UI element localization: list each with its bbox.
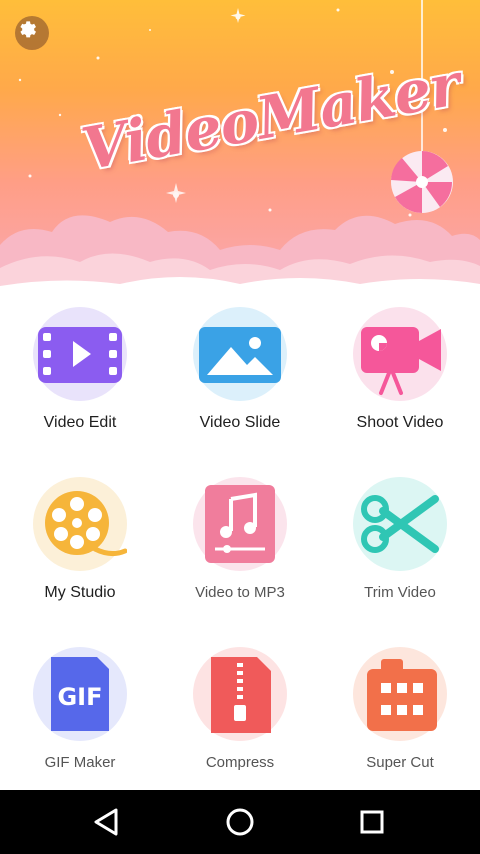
super-cut-icon — [353, 647, 447, 741]
tile-label: Shoot Video — [356, 414, 444, 431]
tile-label: Video Slide — [199, 414, 281, 431]
zip-icon — [193, 647, 287, 741]
tile-shoot-video[interactable]: Shoot Video — [320, 295, 480, 445]
gif-badge: GIF — [57, 683, 102, 711]
tile-trim-video[interactable]: Trim Video — [320, 465, 480, 615]
tile-video-edit[interactable]: Video Edit — [0, 295, 160, 445]
back-button[interactable] — [86, 802, 126, 842]
tile-compress[interactable]: Compress — [160, 635, 320, 785]
recents-square-icon — [360, 810, 384, 834]
clouds — [0, 215, 480, 295]
camera-icon — [353, 307, 447, 401]
gif-icon: GIF — [33, 647, 127, 741]
picture-icon — [193, 307, 287, 401]
scissors-icon — [353, 477, 447, 571]
tile-video-to-mp3[interactable]: Video to MP3 — [160, 465, 320, 615]
tile-video-slide[interactable]: Video Slide — [160, 295, 320, 445]
home-circle-icon — [226, 808, 254, 836]
header-banner: VideoMaker — [0, 0, 480, 295]
tile-super-cut[interactable]: Super Cut — [320, 635, 480, 785]
film-reel-icon — [33, 477, 127, 571]
system-nav-bar — [0, 790, 480, 854]
tile-label: Compress — [205, 754, 275, 771]
recents-button[interactable] — [352, 802, 392, 842]
tile-label: Trim Video — [364, 584, 436, 601]
music-note-icon — [193, 477, 287, 571]
back-triangle-icon — [94, 808, 118, 836]
tile-label: Video to MP3 — [195, 584, 285, 601]
tile-my-studio[interactable]: My Studio — [0, 465, 160, 615]
gear-icon — [20, 21, 36, 38]
tile-label: My Studio — [44, 584, 116, 601]
tile-label: Super Cut — [366, 754, 434, 771]
tools-grid: Video Edit Video Slide Shoot Video My St… — [0, 295, 480, 790]
tile-label: GIF Maker — [44, 754, 116, 771]
tile-gif-maker[interactable]: GIF GIF Maker — [0, 635, 160, 785]
tile-label: Video Edit — [43, 414, 117, 431]
film-play-icon — [33, 307, 127, 401]
home-button[interactable] — [220, 802, 260, 842]
settings-button[interactable] — [15, 16, 49, 50]
